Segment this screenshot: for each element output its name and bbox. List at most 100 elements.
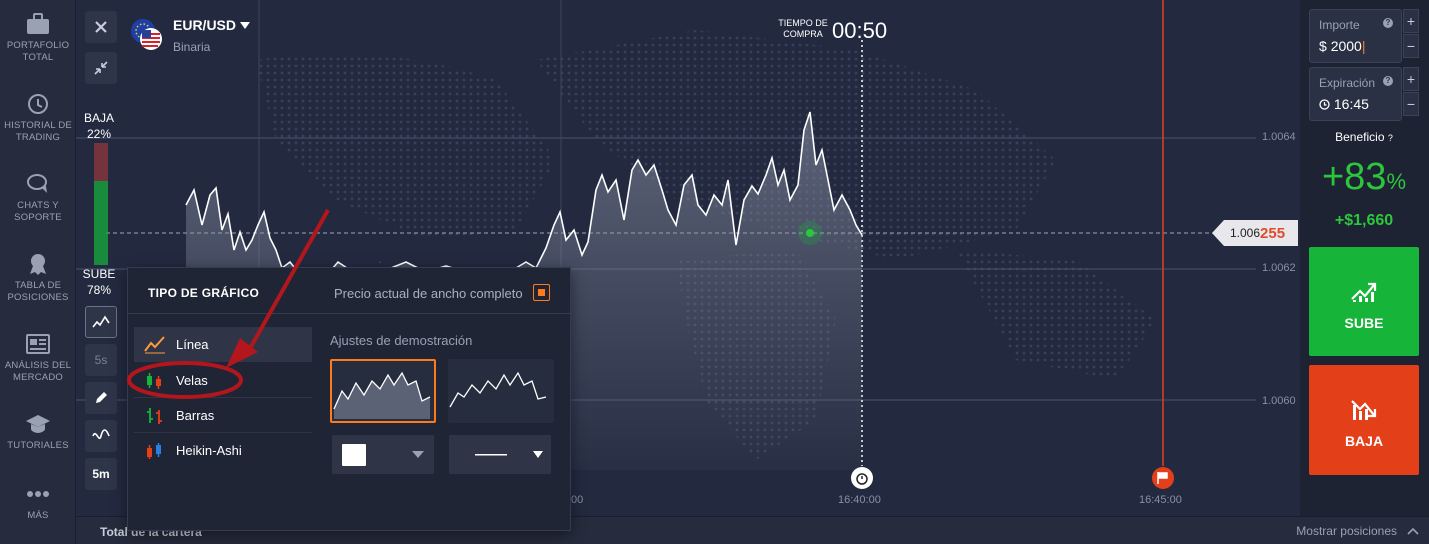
y-tick: 1.0062 xyxy=(1262,262,1296,274)
line-style-thumbnail[interactable] xyxy=(448,359,554,423)
up-button[interactable]: SUBE xyxy=(1309,247,1419,356)
sidebar-item-leaderboard[interactable]: TABLA DE POSICIONES xyxy=(0,252,76,304)
chevron-down-icon xyxy=(412,451,424,458)
sidebar-item-more[interactable]: MÁS xyxy=(0,482,76,522)
y-tick: 1.0064 xyxy=(1262,131,1296,143)
full-width-price-checkbox[interactable] xyxy=(533,284,550,301)
sentiment-down-label: BAJA xyxy=(83,111,114,125)
ohlc-bars-icon xyxy=(147,408,162,424)
purchase-timer: TIEMPO DE COMPRA 00:50 xyxy=(776,18,887,43)
sidebar-item-tutorials[interactable]: TUTORIALES xyxy=(0,412,76,452)
trend-up-icon xyxy=(1351,282,1377,302)
chevron-down-icon xyxy=(240,22,250,29)
draw-button[interactable] xyxy=(85,382,117,414)
down-button-label: BAJA xyxy=(1344,433,1384,449)
sidebar-item-portfolio[interactable]: PORTAFOLIO TOTAL xyxy=(0,12,76,64)
line-style-dropdown[interactable] xyxy=(449,435,551,474)
timeframe-label: 5m xyxy=(92,467,110,481)
trend-down-icon xyxy=(1351,400,1377,420)
chart-type-label: Barras xyxy=(176,408,215,423)
graduation-cap-icon xyxy=(26,415,50,433)
sentiment-down-pct: 22% xyxy=(86,127,112,141)
line-chart-preview xyxy=(449,371,547,408)
expiry-minus-button[interactable]: − xyxy=(1403,92,1419,116)
expiry-label: Expiración xyxy=(1319,76,1376,90)
y-tick: 1.0060 xyxy=(1262,395,1296,407)
amount-plus-button[interactable]: + xyxy=(1403,9,1419,33)
help-icon[interactable]: ? xyxy=(1388,133,1393,143)
profit-percent: +83% xyxy=(1309,156,1419,199)
interval-button[interactable]: 5s xyxy=(85,344,117,376)
profit-amount: +$1,660 xyxy=(1334,212,1394,229)
area-style-thumbnail[interactable] xyxy=(330,359,436,423)
amount-value[interactable]: 2000 xyxy=(1331,38,1362,54)
full-width-price-label: Precio actual de ancho completo xyxy=(334,286,523,301)
sidebar-item-market-analysis[interactable]: ANÁLISIS DEL MERCADO xyxy=(0,332,76,384)
briefcase-icon xyxy=(27,13,49,34)
expiry-field[interactable]: Expiración ? 16:45 xyxy=(1309,67,1402,121)
chat-icon xyxy=(27,174,47,193)
x-tick: 16:40:00 xyxy=(838,494,881,506)
show-positions-link[interactable]: Mostrar posiciones xyxy=(1296,524,1397,538)
left-sidebar: PORTAFOLIO TOTAL HISTORIAL DE TRADING CH… xyxy=(0,0,76,544)
line-style-preview xyxy=(475,454,507,456)
indicators-button[interactable] xyxy=(85,420,117,452)
current-price-dot xyxy=(806,229,814,237)
expiry-value: 16:45 xyxy=(1333,96,1369,112)
sentiment-up: SUBE 78% xyxy=(82,266,116,298)
heikin-ashi-icon xyxy=(147,443,161,459)
line-chart-icon xyxy=(92,315,110,328)
amount-currency: $ xyxy=(1319,38,1327,54)
sidebar-item-history[interactable]: HISTORIAL DE TRADING xyxy=(0,92,76,144)
wave-icon xyxy=(92,429,110,440)
help-icon[interactable]: ? xyxy=(1383,76,1393,86)
chevron-up-icon[interactable] xyxy=(1407,527,1419,535)
chart-type-candles[interactable]: Velas xyxy=(134,363,312,398)
chart-type-label: Heikin-Ashi xyxy=(176,443,242,458)
collapse-button[interactable] xyxy=(85,52,117,84)
sidebar-item-label: TUTORIALES xyxy=(7,440,69,451)
sentiment-bar xyxy=(94,143,108,265)
amount-minus-button[interactable]: − xyxy=(1403,34,1419,58)
timeframe-button[interactable]: 5m xyxy=(85,458,117,490)
chart-type-bars[interactable]: Barras xyxy=(134,398,312,433)
more-dots-icon xyxy=(27,491,49,497)
close-button[interactable] xyxy=(85,11,117,43)
color-swatch xyxy=(342,444,366,466)
timer-value: 00:50 xyxy=(832,18,888,43)
up-button-label: SUBE xyxy=(1344,315,1384,331)
demo-settings-label: Ajustes de demostración xyxy=(330,333,473,348)
x-tick: 00 xyxy=(571,494,584,506)
eur-usd-flag-icon xyxy=(131,19,162,50)
profit-pct-value: +83 xyxy=(1321,156,1387,198)
chart-type-button[interactable] xyxy=(85,306,117,338)
price-highlight: 255 xyxy=(1260,224,1286,242)
pencil-icon xyxy=(96,392,107,403)
sentiment-up-label: SUBE xyxy=(82,267,116,281)
price-prefix: 1.006 xyxy=(1230,226,1261,240)
candlestick-icon xyxy=(147,373,161,389)
interval-label: 5s xyxy=(94,353,108,367)
chart-type-line[interactable]: Línea xyxy=(134,327,312,362)
line-chart-icon xyxy=(144,336,165,354)
sidebar-item-label: CHATS Y SOPORTE xyxy=(14,200,62,223)
timer-label: TIEMPO DE COMPRA xyxy=(778,18,828,39)
fill-color-dropdown[interactable] xyxy=(332,435,434,474)
chart-type-heikin-ashi[interactable]: Heikin-Ashi xyxy=(134,433,312,468)
popup-title: TIPO DE GRÁFICO xyxy=(148,286,260,300)
profit-label-row: Beneficio ? xyxy=(1309,130,1419,144)
collapse-arrows-icon xyxy=(94,61,108,75)
sentiment-up-pct: 78% xyxy=(86,283,112,297)
profit-pct-sign: % xyxy=(1386,169,1407,194)
asset-type: Binaria xyxy=(173,40,211,54)
sidebar-item-label: ANÁLISIS DEL MERCADO xyxy=(4,360,72,383)
expiry-plus-button[interactable]: + xyxy=(1403,67,1419,91)
amount-label: Importe xyxy=(1319,18,1360,32)
chevron-down-icon xyxy=(533,451,543,458)
down-button[interactable]: BAJA xyxy=(1309,365,1419,475)
help-icon[interactable]: ? xyxy=(1383,18,1393,28)
amount-field[interactable]: Importe ? $ 2000| xyxy=(1309,9,1402,63)
history-icon xyxy=(28,94,48,114)
sidebar-item-chats[interactable]: CHATS Y SOPORTE xyxy=(0,172,76,224)
area-chart-preview xyxy=(333,371,431,419)
